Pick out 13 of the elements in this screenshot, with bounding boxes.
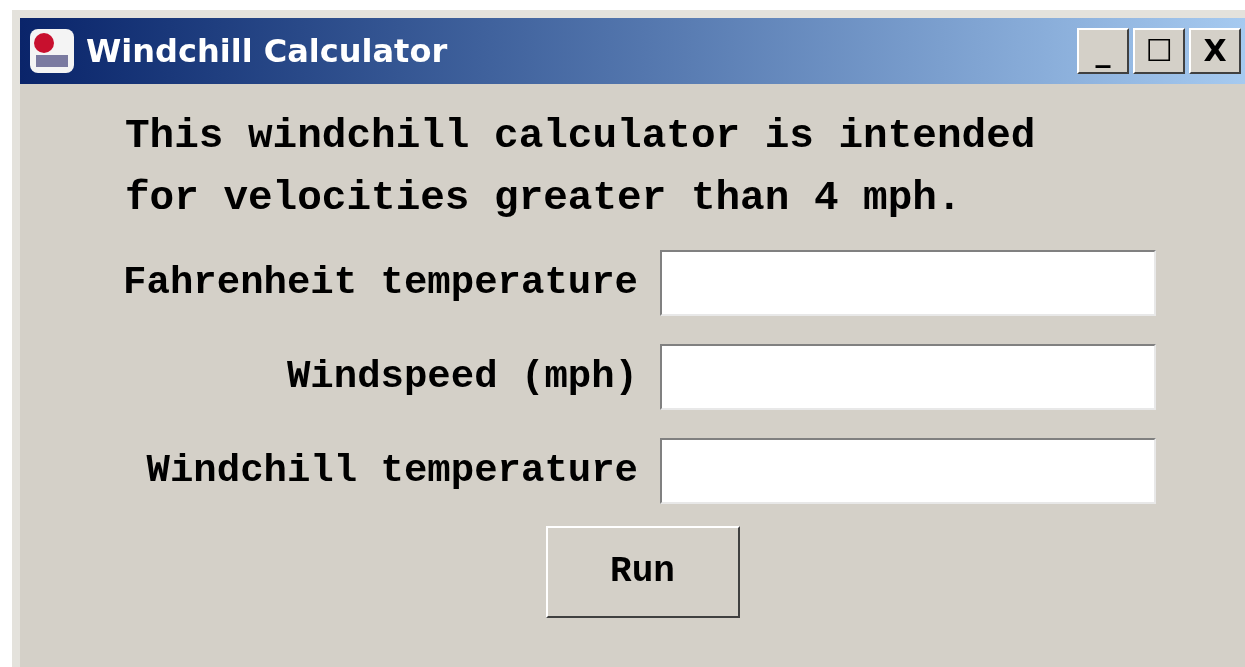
maximize-button[interactable]: ☐ [1133,28,1185,74]
run-button[interactable]: Run [545,526,740,618]
close-button[interactable]: X [1189,28,1241,74]
field-label: Fahrenheit temperature [122,260,638,307]
window-title: Windchill Calculator [86,31,448,72]
input-field[interactable] [660,344,1156,410]
input-field[interactable] [660,438,1156,504]
minimize-button[interactable]: _ [1077,28,1129,74]
info-text: for velocities greater than 4 mph. [125,174,963,223]
input-field[interactable] [660,250,1156,316]
field-label: Windspeed (mph) [285,354,638,401]
field-label: Windchill temperature [145,448,638,495]
info-text: This windchill calculator is intended [125,112,1037,161]
